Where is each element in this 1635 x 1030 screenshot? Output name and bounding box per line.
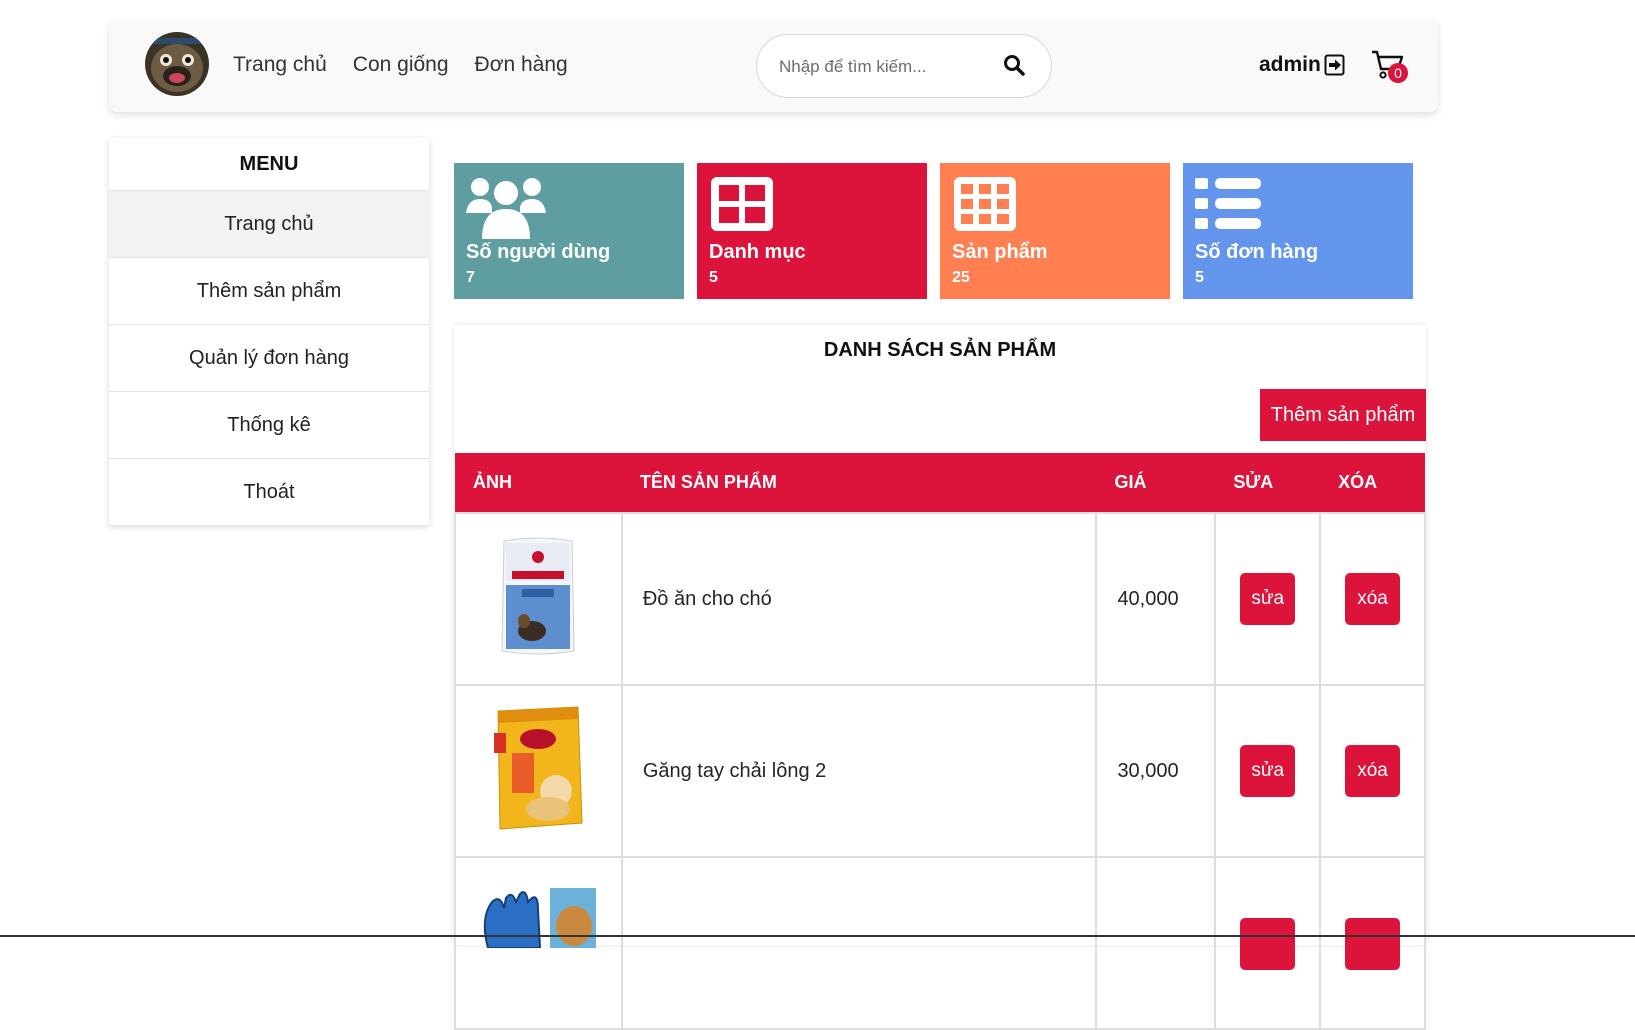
stat-orders-value: 5 bbox=[1195, 269, 1204, 286]
product-image-cell bbox=[454, 512, 623, 686]
product-price bbox=[1095, 856, 1217, 1030]
apps-icon bbox=[952, 175, 1018, 238]
product-price: 30,000 bbox=[1095, 684, 1217, 858]
product-name bbox=[620, 856, 1098, 1030]
users-icon bbox=[466, 175, 546, 244]
product-image bbox=[484, 888, 597, 949]
edit-product-button[interactable] bbox=[1240, 918, 1296, 970]
add-product-button[interactable]: Thêm sản phẩm bbox=[1260, 389, 1426, 441]
product-list-title: DANH SÁCH SẢN PHẨM bbox=[823, 339, 1057, 361]
search-input[interactable] bbox=[777, 51, 981, 83]
logout-icon[interactable] bbox=[1324, 53, 1346, 82]
edit-cell: sửa bbox=[1214, 684, 1322, 858]
product-image-cell bbox=[454, 856, 623, 1030]
nav-link-breeds[interactable]: Con giống bbox=[353, 53, 449, 77]
stat-categories-label: Danh mục bbox=[709, 241, 806, 263]
stat-card-orders[interactable]: Số đơn hàng 5 bbox=[1183, 163, 1413, 299]
stat-orders-label: Số đơn hàng bbox=[1195, 241, 1319, 263]
nav-link-home[interactable]: Trang chủ bbox=[233, 53, 327, 77]
stat-products-value: 25 bbox=[952, 269, 970, 286]
product-name: Đồ ăn cho chó bbox=[620, 512, 1098, 686]
menu-title: MENU bbox=[109, 138, 429, 191]
product-price: 40,000 bbox=[1095, 512, 1217, 686]
column-header-delete: XÓA bbox=[1320, 453, 1425, 513]
sidebar-item-logout[interactable]: Thoát bbox=[109, 459, 429, 525]
top-navbar: Trang chủ Con giống Đơn hàng admin 0 bbox=[109, 20, 1438, 112]
product-image bbox=[494, 706, 583, 830]
edit-cell: sửa bbox=[1214, 512, 1322, 686]
column-header-image: ẢNH bbox=[455, 453, 622, 513]
delete-product-button[interactable]: xóa bbox=[1345, 573, 1401, 625]
logo-avatar[interactable] bbox=[145, 32, 209, 96]
main-nav: Trang chủ Con giống Đơn hàng bbox=[233, 53, 568, 77]
sidebar-item-order-management[interactable]: Quản lý đơn hàng bbox=[109, 325, 429, 392]
sidebar-menu: MENU Trang chủ Thêm sản phẩm Quản lý đơn… bbox=[109, 138, 429, 525]
stat-users-label: Số người dùng bbox=[466, 241, 611, 263]
product-name: Găng tay chải lông 2 bbox=[620, 684, 1098, 858]
delete-product-button[interactable] bbox=[1345, 918, 1401, 970]
delete-cell bbox=[1319, 856, 1426, 1030]
cart-count-badge: 0 bbox=[1388, 63, 1408, 83]
stat-users-value: 7 bbox=[466, 269, 475, 286]
delete-cell: xóa bbox=[1319, 512, 1426, 686]
product-table: ẢNH TÊN SẢN PHẨM GIÁ SỬA XÓA Đồ ăn cho c… bbox=[454, 453, 1426, 1030]
sidebar-item-home[interactable]: Trang chủ bbox=[109, 191, 429, 258]
grid-icon bbox=[709, 175, 775, 238]
column-header-edit: SỬA bbox=[1215, 453, 1321, 513]
delete-product-button[interactable]: xóa bbox=[1345, 745, 1401, 797]
product-image bbox=[501, 537, 575, 655]
search-icon[interactable] bbox=[1003, 54, 1025, 81]
delete-cell: xóa bbox=[1319, 684, 1426, 858]
list-icon bbox=[1195, 175, 1261, 238]
product-list-panel: DANH SÁCH SẢN PHẨM Thêm sản phẩm ẢNH TÊN… bbox=[454, 325, 1426, 1030]
username-label[interactable]: admin bbox=[1259, 53, 1321, 77]
nav-link-orders[interactable]: Đơn hàng bbox=[475, 53, 568, 77]
stat-card-products[interactable]: Sản phẩm 25 bbox=[940, 163, 1170, 299]
sidebar-item-add-product[interactable]: Thêm sản phẩm bbox=[109, 258, 429, 325]
edit-cell bbox=[1214, 856, 1322, 1030]
sidebar-item-statistics[interactable]: Thống kê bbox=[109, 392, 429, 459]
stat-products-label: Sản phẩm bbox=[952, 241, 1048, 263]
table-header-row: ẢNH TÊN SẢN PHẨM GIÁ SỬA XÓA bbox=[455, 453, 1425, 513]
column-header-price: GIÁ bbox=[1096, 453, 1216, 513]
table-row: Găng tay chải lông 2 30,000 sửa xóa bbox=[454, 684, 1426, 858]
edit-product-button[interactable]: sửa bbox=[1240, 745, 1296, 797]
stat-card-users[interactable]: Số người dùng 7 bbox=[454, 163, 684, 299]
table-row: Đồ ăn cho chó 40,000 sửa xóa bbox=[454, 512, 1426, 686]
stat-card-categories[interactable]: Danh mục 5 bbox=[697, 163, 927, 299]
product-image-cell bbox=[454, 684, 623, 858]
table-row bbox=[454, 856, 1426, 1030]
stat-categories-value: 5 bbox=[709, 269, 718, 286]
search-box bbox=[756, 34, 1052, 98]
edit-product-button[interactable]: sửa bbox=[1240, 573, 1296, 625]
column-header-name: TÊN SẢN PHẨM bbox=[621, 453, 1097, 513]
